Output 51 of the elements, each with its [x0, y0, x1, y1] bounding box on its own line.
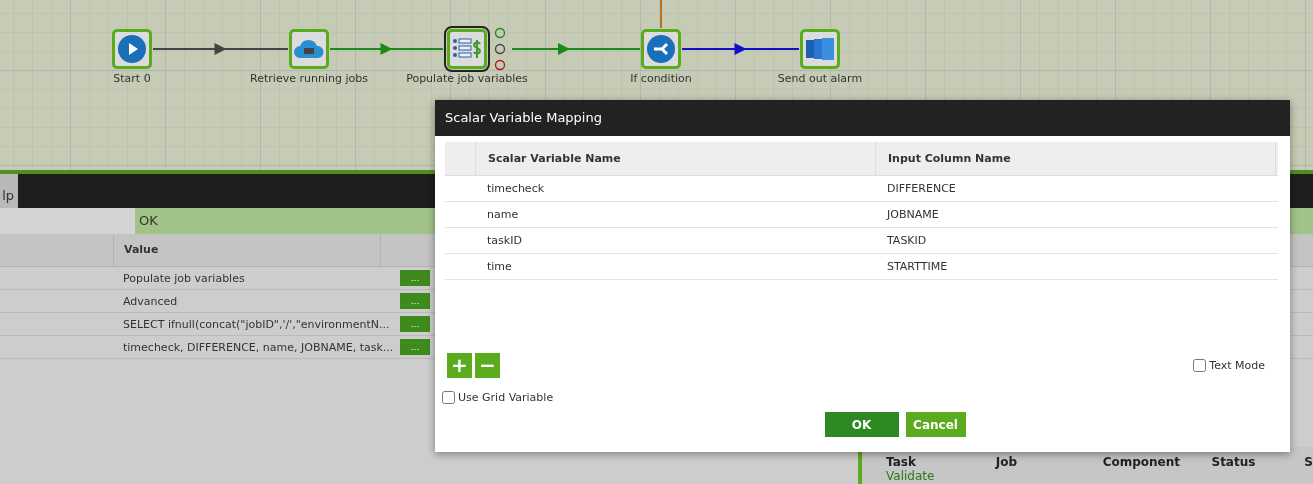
port-circles-icon	[494, 27, 506, 71]
component-node[interactable]	[641, 29, 681, 69]
table-cell-text: DIFFERENCE	[886, 182, 957, 195]
task-link[interactable]: Validate	[886, 469, 1313, 483]
cancel-button[interactable]: Cancel	[905, 412, 966, 437]
table-cell-text: name	[486, 208, 520, 221]
branch-icon	[647, 35, 675, 63]
edit-button[interactable]: ...	[400, 293, 430, 309]
checkbox-label: Text Mode	[1209, 359, 1265, 372]
property-value: Populate job variables	[122, 271, 246, 285]
property-value: SELECT ifnull(concat("jobID",'/',"environmentN...	[122, 317, 390, 331]
cloud-icon	[294, 38, 324, 60]
column-header: Input Column Name	[876, 142, 1276, 175]
component-node[interactable]	[447, 29, 487, 69]
column-header: Task	[886, 455, 917, 469]
node-label: Retrieve running jobs	[250, 72, 368, 85]
column-header: Scalar Variable Name	[476, 142, 876, 175]
table-cell-text: time	[486, 260, 513, 273]
stacked-panels-icon	[805, 37, 835, 61]
edit-button[interactable]: ...	[400, 339, 430, 355]
table-cell-text: STARTTIME	[886, 260, 949, 273]
column-header: Job	[995, 455, 1019, 469]
node-label: Start 0	[113, 72, 151, 85]
table-cell-text: TASKID	[886, 234, 928, 247]
checkbox-label: Use Grid Variable	[458, 391, 554, 404]
component-node[interactable]	[800, 29, 840, 69]
node-label: If condition	[630, 72, 692, 85]
play-icon	[118, 35, 146, 63]
column-header: Status	[1211, 455, 1257, 469]
connector-line	[660, 0, 662, 29]
add-button[interactable]: +	[447, 353, 472, 378]
edit-button[interactable]: ...	[400, 316, 430, 332]
table-cell-text: taskID	[486, 234, 523, 247]
column-header: Component	[1102, 455, 1181, 469]
component-node[interactable]	[289, 29, 329, 69]
dialog-title: Scalar Variable Mapping	[435, 100, 1290, 136]
table-cell-text: timecheck	[486, 182, 546, 195]
property-value: timecheck, DIFFERENCE, name, JOBNAME, task...	[122, 340, 390, 354]
table-cell-text: JOBNAME	[885, 208, 940, 221]
edit-button[interactable]: ...	[400, 270, 430, 286]
property-value: Advanced	[122, 294, 179, 308]
node-label: Send out alarm	[777, 72, 863, 85]
column-header: Value	[114, 234, 381, 266]
remove-button[interactable]: −	[475, 353, 500, 378]
column-header: S	[1304, 455, 1313, 469]
ok-button[interactable]: OK	[824, 412, 899, 437]
grid-variable-checkbox[interactable]	[442, 391, 455, 404]
panel-tab[interactable]: lp	[0, 174, 18, 208]
text-mode-checkbox[interactable]	[1193, 359, 1207, 372]
component-node[interactable]	[112, 29, 152, 69]
node-label: Populate job variables	[406, 72, 528, 85]
